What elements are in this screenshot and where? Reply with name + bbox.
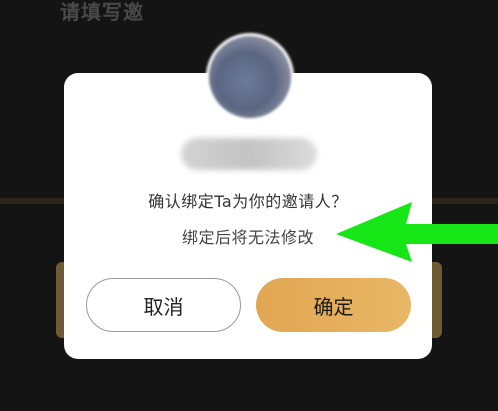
cancel-button[interactable]: 取消 — [86, 278, 241, 332]
confirm-message: 确认绑定Ta为你的邀请人？ — [148, 192, 348, 211]
inviter-avatar — [206, 33, 294, 121]
warning-message: 绑定后将无法修改 — [181, 228, 314, 247]
inviter-nickname-blurred — [181, 138, 317, 170]
confirm-button[interactable]: 确定 — [256, 278, 411, 332]
background-page-title: 请填写邀 — [60, 0, 144, 24]
